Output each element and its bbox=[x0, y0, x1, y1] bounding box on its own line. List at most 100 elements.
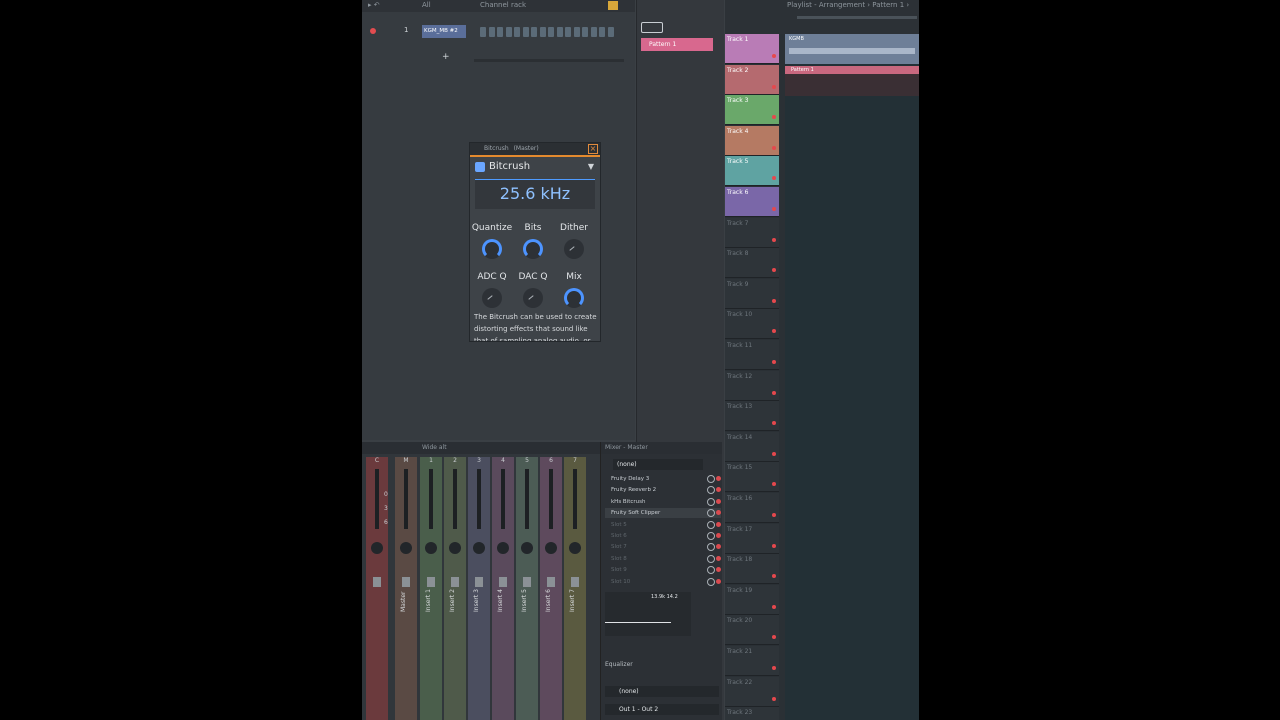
slot-mix-knob[interactable] bbox=[707, 486, 715, 495]
pan-knob[interactable] bbox=[425, 542, 437, 554]
volume-fader[interactable] bbox=[402, 577, 410, 587]
output-select[interactable]: Out 1 - Out 2 bbox=[605, 704, 719, 715]
slot-enable-icon[interactable] bbox=[716, 567, 721, 573]
effect-slot[interactable]: Slot 5 bbox=[605, 520, 721, 530]
input-select[interactable]: (none) bbox=[613, 459, 703, 470]
track-header[interactable]: Track 6 bbox=[725, 187, 779, 217]
track-header[interactable]: Track 17 bbox=[725, 523, 779, 554]
track-header[interactable]: Track 10 bbox=[725, 309, 779, 340]
output-none-select[interactable]: (none) bbox=[605, 686, 719, 697]
chevron-down-icon[interactable]: ▼ bbox=[588, 157, 594, 177]
add-channel-button[interactable]: + bbox=[442, 52, 450, 62]
track-header[interactable]: Track 19 bbox=[725, 584, 779, 615]
mixer-strip[interactable]: 5 Insert 5 bbox=[516, 457, 538, 720]
pan-knob[interactable] bbox=[569, 542, 581, 554]
track-header[interactable]: Track 11 bbox=[725, 340, 779, 370]
pan-knob[interactable] bbox=[371, 542, 383, 554]
channel-mute-icon[interactable] bbox=[370, 28, 376, 34]
effect-slot[interactable]: Slot 8 bbox=[605, 554, 721, 564]
track-header[interactable]: Track 21 bbox=[725, 646, 779, 676]
slot-mix-knob[interactable] bbox=[707, 554, 715, 563]
rack-grid-icon[interactable] bbox=[608, 1, 618, 10]
eq-graph[interactable]: 13.9k 14.2 bbox=[605, 592, 691, 636]
step-button[interactable] bbox=[497, 27, 503, 37]
pan-knob[interactable] bbox=[497, 542, 509, 554]
track-header[interactable]: Track 1 bbox=[725, 34, 779, 64]
pan-knob[interactable] bbox=[400, 542, 412, 554]
slot-enable-icon[interactable] bbox=[716, 498, 721, 504]
track-mute-icon[interactable] bbox=[772, 451, 776, 456]
volume-fader[interactable] bbox=[499, 577, 507, 587]
track-header[interactable]: Track 2 bbox=[725, 64, 779, 95]
track-header[interactable]: Track 16 bbox=[725, 493, 779, 523]
track-mute-icon[interactable] bbox=[772, 635, 776, 640]
slot-enable-icon[interactable] bbox=[716, 487, 721, 493]
track-mute-icon[interactable] bbox=[772, 237, 776, 242]
rack-scrollbar[interactable] bbox=[474, 59, 624, 62]
step-button[interactable] bbox=[548, 27, 554, 37]
step-button[interactable] bbox=[556, 27, 563, 37]
effect-slot[interactable]: Fruity Soft Clipper bbox=[605, 508, 721, 519]
track-mute-icon[interactable] bbox=[772, 268, 776, 273]
mixer-strip[interactable]: 7 Insert 7 bbox=[564, 457, 586, 720]
track-mute-icon[interactable] bbox=[772, 176, 776, 181]
slot-enable-icon[interactable] bbox=[716, 521, 721, 527]
track-mute-icon[interactable] bbox=[772, 145, 776, 150]
channel-number[interactable]: 1 bbox=[404, 26, 408, 34]
step-button[interactable] bbox=[522, 27, 529, 37]
mixer-strip[interactable]: M Master bbox=[395, 457, 417, 720]
rack-filter[interactable]: All bbox=[422, 1, 431, 9]
mixer-strip[interactable]: 1 Insert 1 bbox=[420, 457, 442, 720]
track-header[interactable]: Track 13 bbox=[725, 401, 779, 432]
volume-fader[interactable] bbox=[373, 577, 381, 587]
track-header[interactable]: Track 5 bbox=[725, 156, 779, 187]
step-button[interactable] bbox=[590, 27, 597, 37]
volume-fader[interactable] bbox=[475, 577, 483, 587]
track-mute-icon[interactable] bbox=[772, 115, 776, 120]
mixer-strip[interactable]: 6 Insert 6 bbox=[540, 457, 562, 720]
track-header[interactable]: Track 23 bbox=[725, 707, 779, 720]
track-mute-icon[interactable] bbox=[772, 543, 776, 548]
playlist-grid[interactable]: KGMB Pattern 1 bbox=[785, 34, 919, 720]
playlist-scrollbar[interactable] bbox=[797, 16, 917, 19]
step-button[interactable] bbox=[488, 27, 495, 37]
effect-slot[interactable]: kHs Bitcrush bbox=[605, 497, 721, 507]
track-header[interactable]: Track 18 bbox=[725, 554, 779, 585]
pan-knob[interactable] bbox=[449, 542, 461, 554]
channel-name-button[interactable]: KGM_MB #2 bbox=[422, 25, 466, 38]
track-mute-icon[interactable] bbox=[772, 513, 776, 517]
track-header[interactable]: Track 15 bbox=[725, 462, 779, 493]
knob-quantize[interactable] bbox=[482, 239, 502, 259]
track-header[interactable]: Track 20 bbox=[725, 615, 779, 646]
track-mute-icon[interactable] bbox=[772, 390, 776, 395]
mixer-strip[interactable]: 4 Insert 4 bbox=[492, 457, 514, 720]
mixer-strip[interactable]: 2 Insert 2 bbox=[444, 457, 466, 720]
step-button[interactable] bbox=[514, 27, 520, 37]
picker-mode-icon[interactable] bbox=[641, 22, 663, 33]
track-header[interactable]: Track 3 bbox=[725, 95, 779, 126]
slot-enable-icon[interactable] bbox=[716, 476, 721, 481]
track-header[interactable]: Track 7 bbox=[725, 217, 779, 248]
effect-slot[interactable]: Slot 6 bbox=[605, 531, 721, 541]
step-button[interactable] bbox=[505, 27, 512, 37]
slot-enable-icon[interactable] bbox=[716, 510, 721, 516]
slot-enable-icon[interactable] bbox=[716, 578, 721, 584]
volume-fader[interactable] bbox=[427, 577, 435, 587]
effect-slot[interactable]: Slot 10 bbox=[605, 577, 721, 587]
slot-mix-knob[interactable] bbox=[707, 543, 715, 552]
slot-enable-icon[interactable] bbox=[716, 555, 721, 561]
effect-slot[interactable]: Fruity Reeverb 2 bbox=[605, 485, 721, 495]
pan-knob[interactable] bbox=[521, 542, 533, 554]
step-button[interactable] bbox=[607, 27, 614, 37]
track-header[interactable]: Track 8 bbox=[725, 248, 779, 279]
track-header[interactable]: Track 22 bbox=[725, 676, 779, 707]
slot-mix-knob[interactable] bbox=[707, 497, 715, 506]
volume-fader[interactable] bbox=[547, 577, 555, 587]
knob-dither[interactable] bbox=[564, 239, 584, 259]
track-header[interactable]: Track 14 bbox=[725, 431, 779, 462]
track-mute-icon[interactable] bbox=[772, 207, 776, 211]
effect-slot[interactable]: Fruity Delay 3 bbox=[605, 474, 721, 484]
knob-dac-q[interactable] bbox=[523, 288, 543, 308]
track-header[interactable]: Track 4 bbox=[725, 125, 779, 156]
slot-mix-knob[interactable] bbox=[707, 509, 715, 518]
